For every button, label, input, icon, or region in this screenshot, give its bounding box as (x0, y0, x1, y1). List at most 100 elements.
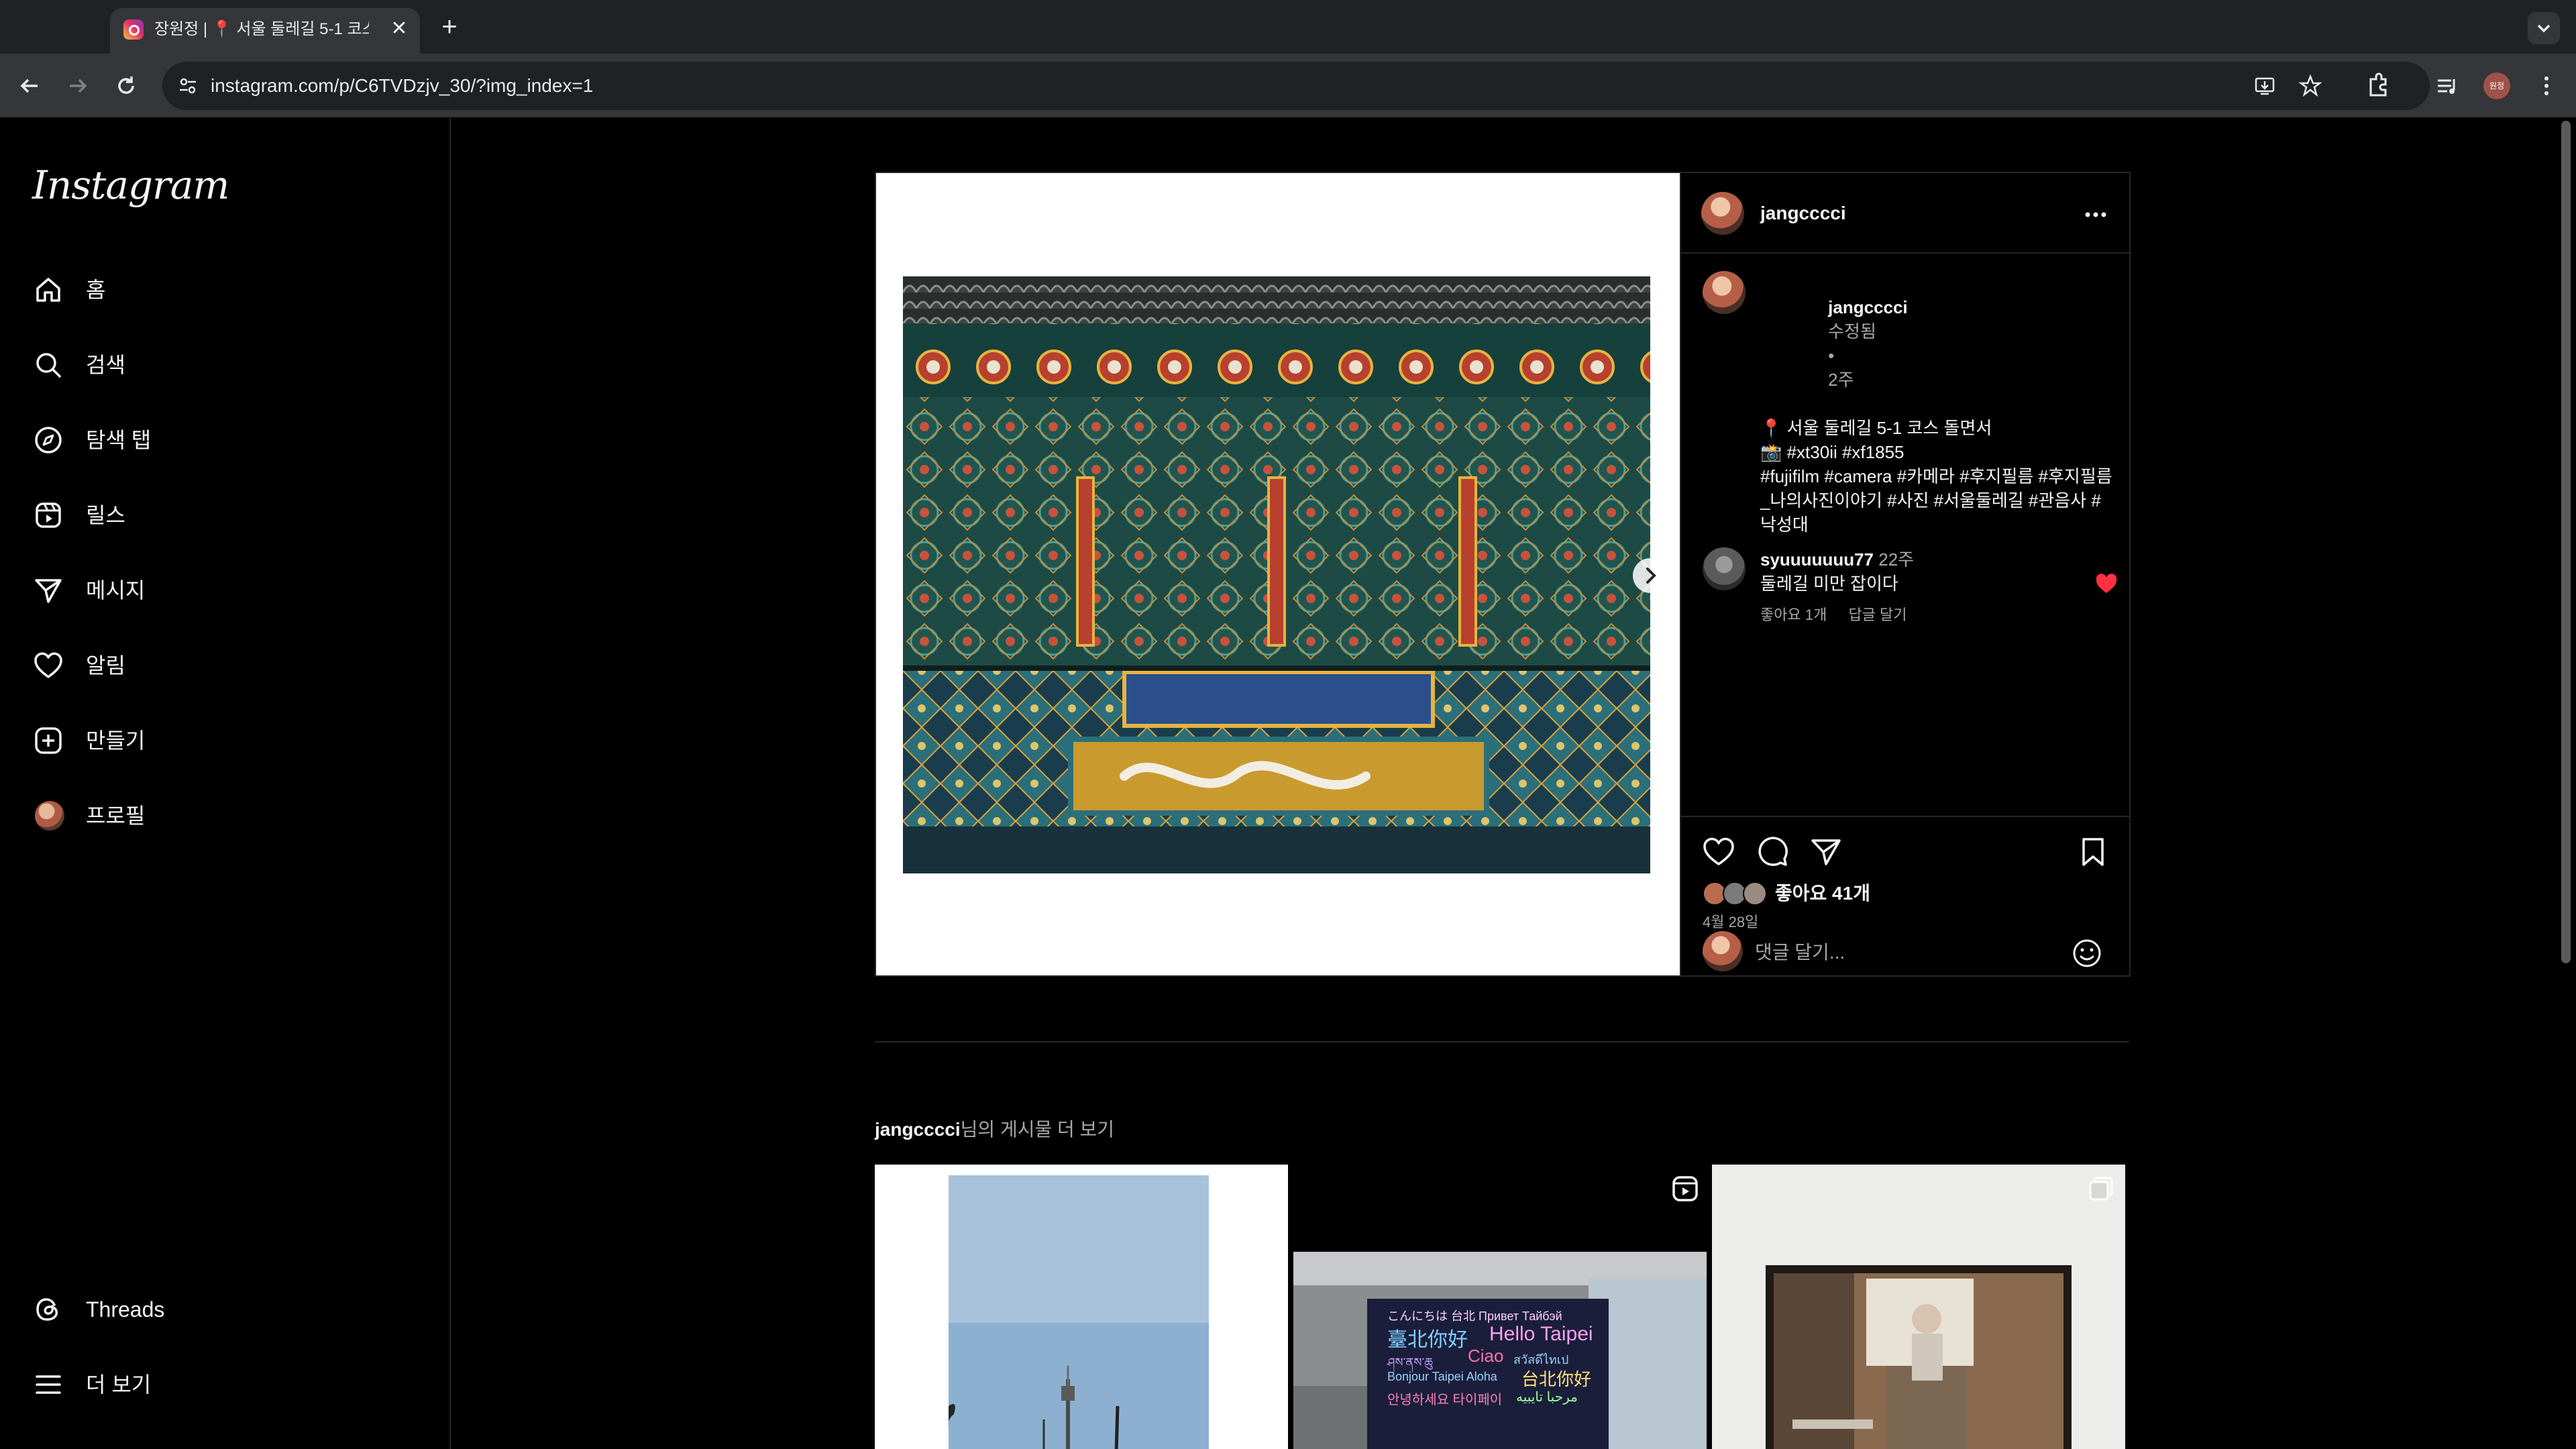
sidebar-item-threads[interactable]: Threads (16, 1277, 432, 1342)
browser-tab[interactable]: 장원정 | 📍 서울 둘레길 5-1 코스 ✕ (110, 8, 420, 54)
sidebar-label-explore: 탐색 탭 (86, 428, 152, 452)
forward-icon[interactable] (62, 70, 94, 102)
sidebar-label-home: 홈 (86, 278, 106, 302)
commenter-username[interactable]: syuuuuuuu77 (1760, 549, 1874, 570)
instagram-favicon-icon (123, 19, 144, 40)
actions-divider (1681, 816, 2131, 817)
more-posts-suffix: 님의 게시물 더 보기 (960, 1119, 1115, 1140)
caption-line: 📸 #xt30ii #xf1855 (1760, 442, 1904, 462)
sidebar-label-more: 더 보기 (86, 1373, 152, 1397)
comment-body: syuuuuuuu77 22주 둘레길 미만 잡이다 (1760, 547, 2076, 596)
add-comment (1681, 930, 2131, 975)
neon-sign-text: 안녕하세요 타이페이 (1387, 1393, 1503, 1407)
post-media (876, 173, 1680, 975)
next-image-button[interactable] (1633, 558, 1668, 593)
neon-sign-text: Ciao (1468, 1346, 1504, 1366)
grid-post[interactable] (1712, 1165, 2125, 1449)
sidebar-item-messages[interactable]: 메시지 (16, 558, 432, 623)
neon-sign-text: 台北你好 (1521, 1369, 1592, 1389)
back-icon[interactable] (13, 70, 46, 102)
instagram-logo[interactable]: Instagram (32, 162, 229, 208)
commenter-avatar[interactable] (1703, 547, 1746, 590)
close-tab-icon[interactable]: ✕ (388, 17, 411, 40)
sidebar-label-profile: 프로필 (86, 804, 146, 828)
sidebar-label-messages: 메시지 (86, 578, 146, 602)
more-posts-heading: jangcccci님의 게시물 더 보기 (875, 1118, 1114, 1142)
liker-avatar (1743, 881, 1767, 906)
section-divider (875, 1041, 2129, 1042)
neon-sign-text: こんにちは 台北 Привет Тайбэй (1387, 1309, 1562, 1323)
comment-input[interactable] (1755, 939, 2050, 966)
sidebar-label-reels: 릴스 (86, 503, 125, 527)
share-icon[interactable] (1809, 835, 1843, 869)
screen: 장원정 | 📍 서울 둘레길 5-1 코스 ✕ + instagram.com/… (0, 0, 2576, 1449)
menu-icon (32, 1368, 64, 1401)
caption-username[interactable]: jangcccci (1828, 297, 1908, 317)
bookmark-star-icon[interactable] (2298, 74, 2322, 98)
more-posts-username[interactable]: jangcccci (875, 1119, 961, 1140)
sidebar-item-home[interactable]: 홈 (16, 258, 432, 322)
page-scrollbar[interactable] (2556, 118, 2576, 1449)
like-icon[interactable] (1701, 835, 1736, 869)
tab-title: 장원정 | 📍 서울 둘레길 5-1 코스 (154, 20, 369, 38)
post-sidebar: jangcccci jangcccci 수정됨 • 2주 � (1680, 173, 2131, 975)
media-controls-icon[interactable] (2431, 70, 2463, 102)
site-settings-icon[interactable] (176, 74, 200, 98)
post-photo[interactable] (903, 276, 1650, 873)
reload-icon[interactable] (110, 70, 142, 102)
home-icon (32, 274, 64, 306)
caption-text: jangcccci 수정됨 • 2주 📍 서울 둘레길 5-1 코스 돌면서 📸… (1760, 271, 2116, 537)
comment-icon[interactable] (1755, 835, 1790, 869)
tab-search-button[interactable] (2528, 12, 2560, 44)
scrollbar-thumb[interactable] (2561, 121, 2571, 963)
neon-sign-text: Hello Taipei (1489, 1323, 1593, 1345)
comment-actions: 좋아요 1개 답글 달기 (1760, 605, 1925, 625)
sidebar: Instagram 홈 검색 탐색 탭 릴스 메시지 알림 만들기 프로필 Th… (0, 118, 451, 1449)
post-card: jangcccci jangcccci 수정됨 • 2주 � (875, 172, 2131, 977)
caption-line: 📍 서울 둘레길 5-1 코스 돌면서 (1760, 418, 1992, 438)
chrome-menu-icon[interactable] (2530, 70, 2563, 102)
caption-author-avatar[interactable] (1703, 271, 1746, 314)
instagram-page: Instagram 홈 검색 탐색 탭 릴스 메시지 알림 만들기 프로필 Th… (0, 118, 2576, 1449)
comment-item: syuuuuuuu77 22주 둘레길 미만 잡이다 좋아요 1개 답글 달기 (1703, 547, 2117, 635)
neon-sign-text: Bonjour Taipei Aloha (1387, 1370, 1497, 1383)
author-username[interactable]: jangcccci (1760, 201, 1846, 225)
sidebar-item-create[interactable]: 만들기 (16, 708, 432, 773)
sidebar-label-search: 검색 (86, 353, 125, 377)
reels-icon (32, 499, 64, 531)
emoji-icon[interactable] (2070, 936, 2104, 970)
heart-icon (32, 649, 64, 682)
sidebar-item-search[interactable]: 검색 (16, 333, 432, 397)
sidebar-label-create: 만들기 (86, 729, 146, 753)
extensions-icon[interactable] (2361, 70, 2394, 102)
sidebar-item-profile[interactable]: 프로필 (16, 784, 432, 848)
liked-heart-icon[interactable] (2094, 572, 2118, 596)
compass-icon (32, 424, 64, 456)
sidebar-item-explore[interactable]: 탐색 탭 (16, 408, 432, 472)
search-icon (32, 349, 64, 381)
current-user-avatar (1703, 931, 1743, 971)
grid-post[interactable] (875, 1165, 1288, 1449)
grid-post[interactable]: こんにちは 台北 Привет Тайбэй 臺北你好 Hello Taipei… (1293, 1165, 1707, 1449)
reply-button[interactable]: 답글 달기 (1848, 606, 1907, 623)
more-options-icon[interactable] (2081, 200, 2110, 229)
sidebar-label-threads: Threads (86, 1297, 165, 1322)
sidebar-item-reels[interactable]: 릴스 (16, 483, 432, 547)
neon-sign-text: مرحبا تايبيه (1516, 1390, 1578, 1405)
sidebar-item-more[interactable]: 더 보기 (16, 1352, 432, 1417)
new-tab-icon[interactable]: + (435, 12, 464, 42)
plus-icon (32, 724, 64, 757)
chrome-profile-avatar[interactable]: 원정 (2483, 72, 2510, 99)
caption-age: 2주 (1828, 370, 1854, 390)
browser-toolbar: instagram.com/p/C6TVDzjv_30/?img_index=1… (0, 54, 2576, 118)
caption-hashtags[interactable]: #fujifilm #camera #카메라 #후지필름 #후지필름_나의사진이… (1760, 464, 2116, 537)
neon-sign-text: 臺北你好 (1387, 1329, 1468, 1351)
address-bar[interactable]: instagram.com/p/C6TVDzjv_30/?img_index=1 (162, 62, 2430, 110)
sidebar-item-notifications[interactable]: 알림 (16, 633, 432, 698)
comment-likes[interactable]: 좋아요 1개 (1760, 606, 1827, 623)
save-icon[interactable] (2076, 835, 2110, 869)
likes-count[interactable]: 좋아요 41개 (1775, 883, 1870, 904)
author-avatar[interactable] (1701, 192, 1744, 235)
install-app-icon[interactable] (2253, 74, 2277, 98)
send-icon (32, 574, 64, 606)
